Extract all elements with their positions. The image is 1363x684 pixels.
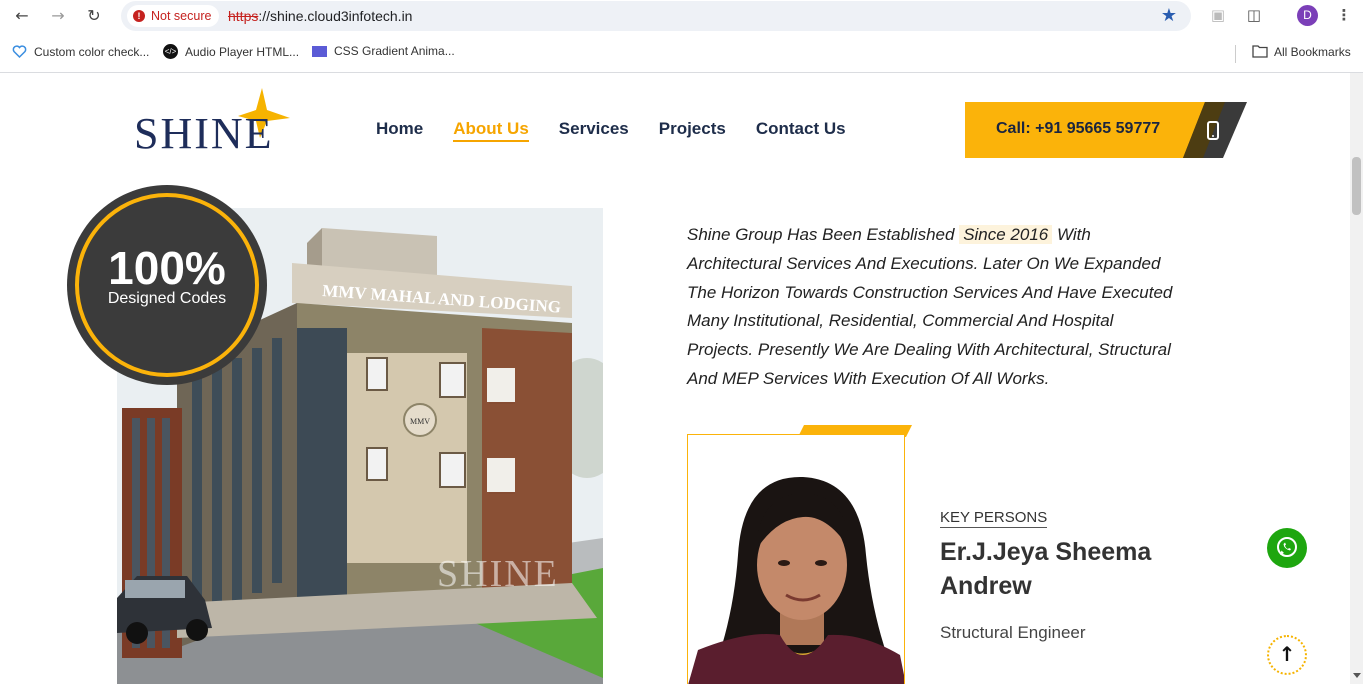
nav-home[interactable]: Home [376, 119, 423, 142]
nav-projects[interactable]: Projects [659, 119, 726, 142]
bookmark-label: Audio Player HTML... [185, 44, 300, 59]
page-scrollbar[interactable] [1350, 73, 1363, 684]
bookmark-item[interactable]: CSS Gradient Anima... [312, 44, 455, 58]
heart-icon [12, 44, 27, 59]
forward-icon[interactable]: → [47, 6, 69, 26]
menu-dots-icon[interactable]: ⋮ [1334, 6, 1354, 26]
bookmark-label: Custom color check... [34, 44, 150, 59]
bookmark-item[interactable]: Custom color check... [12, 44, 149, 59]
url-host: ://shine.cloud3infotech.in [258, 8, 413, 24]
address-bar[interactable]: ! Not secure https://shine.cloud3infotec… [121, 1, 1191, 31]
scroll-to-top-button[interactable]: ↑ [1267, 635, 1307, 675]
url-text[interactable]: https://shine.cloud3infotech.in [228, 8, 412, 24]
nav-services[interactable]: Services [559, 119, 629, 142]
web-page: SHINE Home About Us Services Projects Co… [0, 73, 1350, 684]
whatsapp-button[interactable] [1267, 528, 1307, 568]
bookmark-label: CSS Gradient Anima... [334, 44, 455, 58]
building-watermark: SHINE [437, 553, 559, 595]
browser-toolbar: ← → ↻ ! Not secure https://shine.cloud3i… [0, 0, 1363, 32]
site-logo[interactable]: SHINE [134, 88, 294, 158]
about-highlight: Since 2016 [959, 225, 1053, 244]
nav-about-us[interactable]: About Us [453, 119, 529, 142]
about-text-part: Shine Group Has Been Established [687, 225, 955, 244]
person-photo [687, 434, 905, 684]
arrow-up-icon: ↑ [1278, 642, 1296, 666]
scroll-down-arrow-icon[interactable] [1353, 673, 1361, 678]
key-persons-label: KEY PERSONS [940, 509, 1048, 528]
building-emblem: MMV [410, 417, 430, 426]
about-paragraph: Shine Group Has Been Established Since 2… [687, 221, 1177, 394]
logo-mark: SHINE [134, 88, 290, 158]
badge-label: Designed Codes [107, 290, 227, 307]
all-bookmarks-label: All Bookmarks [1274, 44, 1351, 59]
security-label: Not secure [151, 9, 212, 23]
call-button[interactable]: Call: +91 95665 59777 [965, 102, 1247, 158]
logo-text: SHINE [134, 109, 274, 152]
stat-badge: 100% Designed Codes [67, 185, 267, 385]
bookmark-item[interactable]: </> Audio Player HTML... [163, 44, 299, 59]
code-icon: </> [163, 44, 178, 59]
nav-contact-us[interactable]: Contact Us [756, 119, 846, 142]
bookmark-star-icon[interactable]: ★ [1161, 5, 1177, 26]
person-role: Structural Engineer [940, 623, 1086, 642]
person-name: Er.J.Jeya Sheema Andrew [940, 538, 1152, 600]
reload-icon[interactable]: ↻ [83, 6, 105, 26]
main-navigation: Home About Us Services Projects Contact … [376, 119, 846, 142]
person-portrait [688, 435, 904, 684]
url-scheme: https [228, 8, 259, 24]
gradient-icon [312, 45, 327, 57]
back-icon[interactable]: ← [11, 6, 33, 26]
divider [1235, 45, 1236, 63]
call-label: Call: +91 95665 59777 [996, 120, 1161, 137]
scrollbar-thumb[interactable] [1352, 157, 1361, 215]
profile-avatar[interactable]: D [1297, 5, 1318, 26]
badge-value: 100% [108, 242, 226, 294]
security-chip[interactable]: ! Not secure [127, 5, 220, 27]
extension-icon[interactable]: ▣ [1208, 6, 1228, 26]
whatsapp-icon [1277, 537, 1297, 557]
about-text-part: With Architectural Services And Executio… [687, 225, 1173, 388]
all-bookmarks[interactable]: All Bookmarks [1252, 44, 1351, 59]
warning-icon: ! [133, 10, 145, 22]
puzzle-icon[interactable]: ◫ [1244, 6, 1264, 26]
bookmarks-bar: Custom color check... </> Audio Player H… [0, 36, 1363, 68]
mobile-phone-icon [1207, 121, 1219, 140]
folder-icon [1252, 44, 1268, 59]
